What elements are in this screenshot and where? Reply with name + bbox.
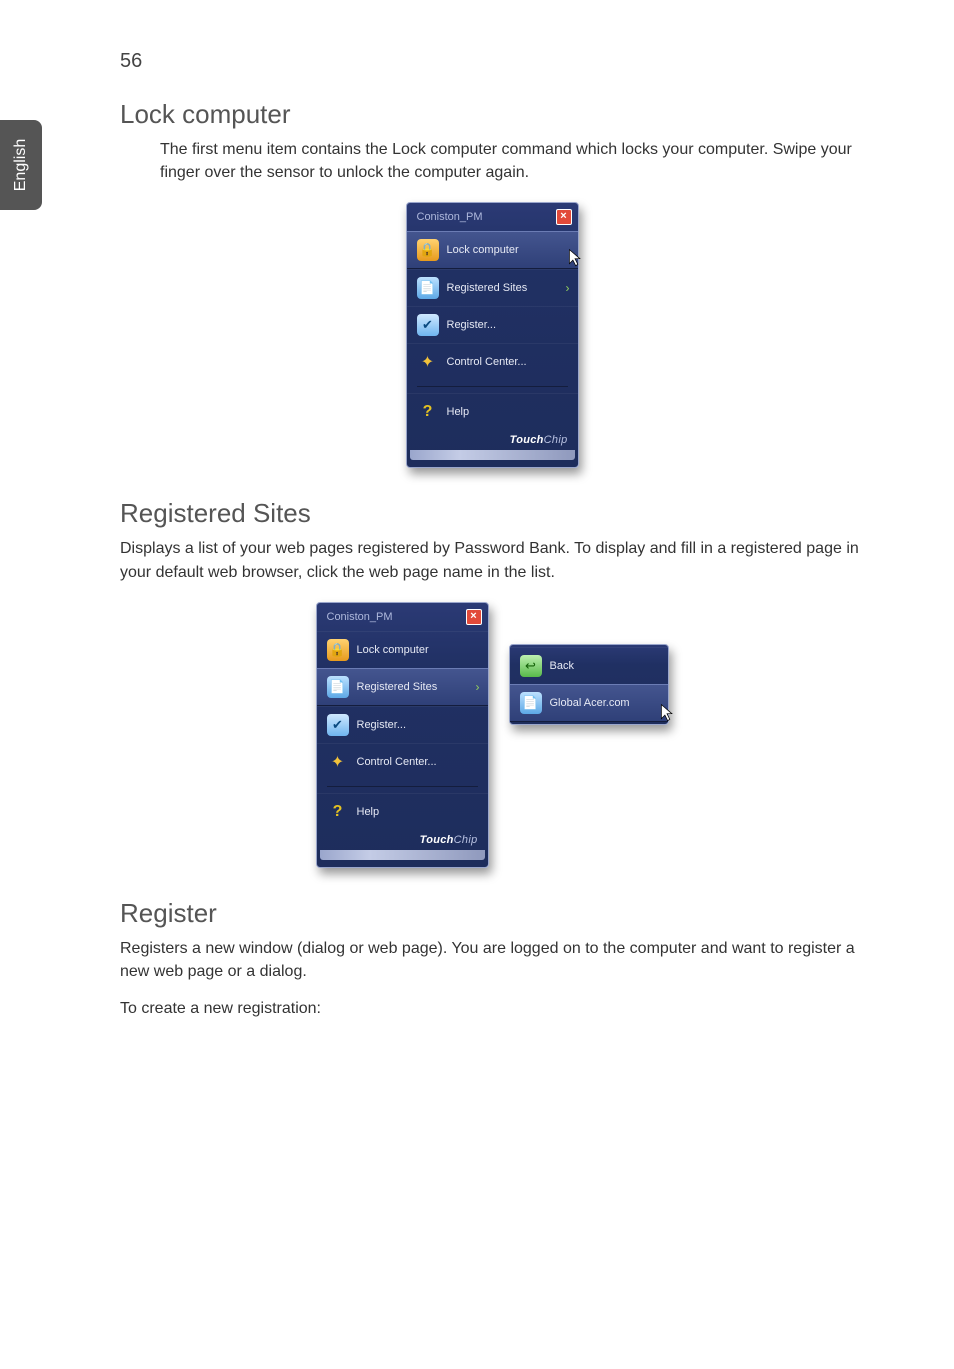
menu-label-help-2: Help	[357, 806, 380, 818]
brand-footer: TouchChip	[407, 430, 578, 448]
flyout-panel: ↩ Back 📄 Global Acer.com	[509, 644, 669, 725]
control-center-icon: ✦	[417, 351, 439, 373]
menu-label-sites: Registered Sites	[447, 282, 528, 294]
brand-footer-2: TouchChip	[317, 830, 488, 848]
menu-separator	[417, 386, 568, 387]
page-icon: 📄	[520, 692, 542, 714]
help-icon: ?	[327, 801, 349, 823]
menu-label-help: Help	[447, 406, 470, 418]
chevron-right-icon: ›	[476, 680, 480, 694]
menu-panel: Coniston_PM × 🔒 Lock computer 📄 Register…	[406, 202, 579, 468]
brand-part2-2: Chip	[454, 834, 478, 846]
paragraph-lock-computer: The first menu item contains the Lock co…	[160, 138, 864, 184]
back-icon: ↩	[520, 655, 542, 677]
menu-title-bar-2: Coniston_PM ×	[317, 603, 488, 631]
paragraph-registered-sites: Displays a list of your web pages regist…	[120, 537, 864, 583]
paragraph-register-2: To create a new registration:	[120, 997, 864, 1020]
menu-item-register[interactable]: ✔ Register...	[407, 306, 578, 343]
chevron-right-icon: ›	[566, 281, 570, 295]
brand-part1-2: Touch	[420, 834, 454, 846]
figure-registered-sites-menu: Coniston_PM × 🔒 Lock computer 📄 Register…	[120, 602, 864, 868]
flyout-item-back[interactable]: ↩ Back	[510, 647, 668, 684]
menu-label-sites-2: Registered Sites	[357, 681, 438, 693]
menu-item-control-center-2[interactable]: ✦ Control Center...	[317, 743, 488, 780]
menu-separator-2	[327, 786, 478, 787]
menu-item-help[interactable]: ? Help	[407, 393, 578, 430]
help-icon: ?	[417, 401, 439, 423]
menu-title-bar: Coniston_PM ×	[407, 203, 578, 231]
menu-label-register-2: Register...	[357, 719, 407, 731]
menu-title: Coniston_PM	[417, 211, 483, 223]
figure-lock-menu: Coniston_PM × 🔒 Lock computer 📄 Register…	[120, 202, 864, 468]
menu-item-register-2[interactable]: ✔ Register...	[317, 706, 488, 743]
menu-title-2: Coniston_PM	[327, 611, 393, 623]
cursor-icon	[660, 703, 674, 723]
language-tab: English	[0, 120, 42, 210]
menu-label-cc-2: Control Center...	[357, 756, 437, 768]
brand-part1: Touch	[510, 434, 544, 446]
menu-label-register: Register...	[447, 319, 497, 331]
menu-item-control-center[interactable]: ✦ Control Center...	[407, 343, 578, 380]
heading-lock-computer: Lock computer	[120, 99, 864, 130]
close-icon[interactable]: ×	[466, 609, 482, 625]
menu-item-sites[interactable]: 📄 Registered Sites ›	[407, 269, 578, 306]
close-icon[interactable]: ×	[556, 209, 572, 225]
heading-register: Register	[120, 898, 864, 929]
menu-item-sites-2[interactable]: 📄 Registered Sites ›	[317, 668, 488, 706]
footer-bar-2	[320, 850, 485, 860]
register-icon: ✔	[417, 314, 439, 336]
flyout-label-back: Back	[550, 660, 574, 672]
menu-label-cc: Control Center...	[447, 356, 527, 368]
paragraph-register-1: Registers a new window (dialog or web pa…	[120, 937, 864, 983]
language-tab-label: English	[12, 139, 30, 191]
sites-icon: 📄	[417, 277, 439, 299]
control-center-icon: ✦	[327, 751, 349, 773]
page-number: 56	[120, 50, 864, 73]
sites-icon: 📄	[327, 676, 349, 698]
lock-icon: 🔒	[327, 639, 349, 661]
menu-item-lock[interactable]: 🔒 Lock computer	[407, 231, 578, 269]
menu-label-lock: Lock computer	[447, 244, 519, 256]
flyout-item-site[interactable]: 📄 Global Acer.com	[510, 684, 668, 722]
menu-item-help-2[interactable]: ? Help	[317, 793, 488, 830]
menu-label-lock-2: Lock computer	[357, 644, 429, 656]
cursor-icon	[568, 248, 582, 268]
flyout-label-site: Global Acer.com	[550, 697, 630, 709]
menu-panel-2: Coniston_PM × 🔒 Lock computer 📄 Register…	[316, 602, 489, 868]
register-icon: ✔	[327, 714, 349, 736]
brand-part2: Chip	[544, 434, 568, 446]
heading-registered-sites: Registered Sites	[120, 498, 864, 529]
footer-bar	[410, 450, 575, 460]
menu-item-lock-2[interactable]: 🔒 Lock computer	[317, 631, 488, 668]
lock-icon: 🔒	[417, 239, 439, 261]
